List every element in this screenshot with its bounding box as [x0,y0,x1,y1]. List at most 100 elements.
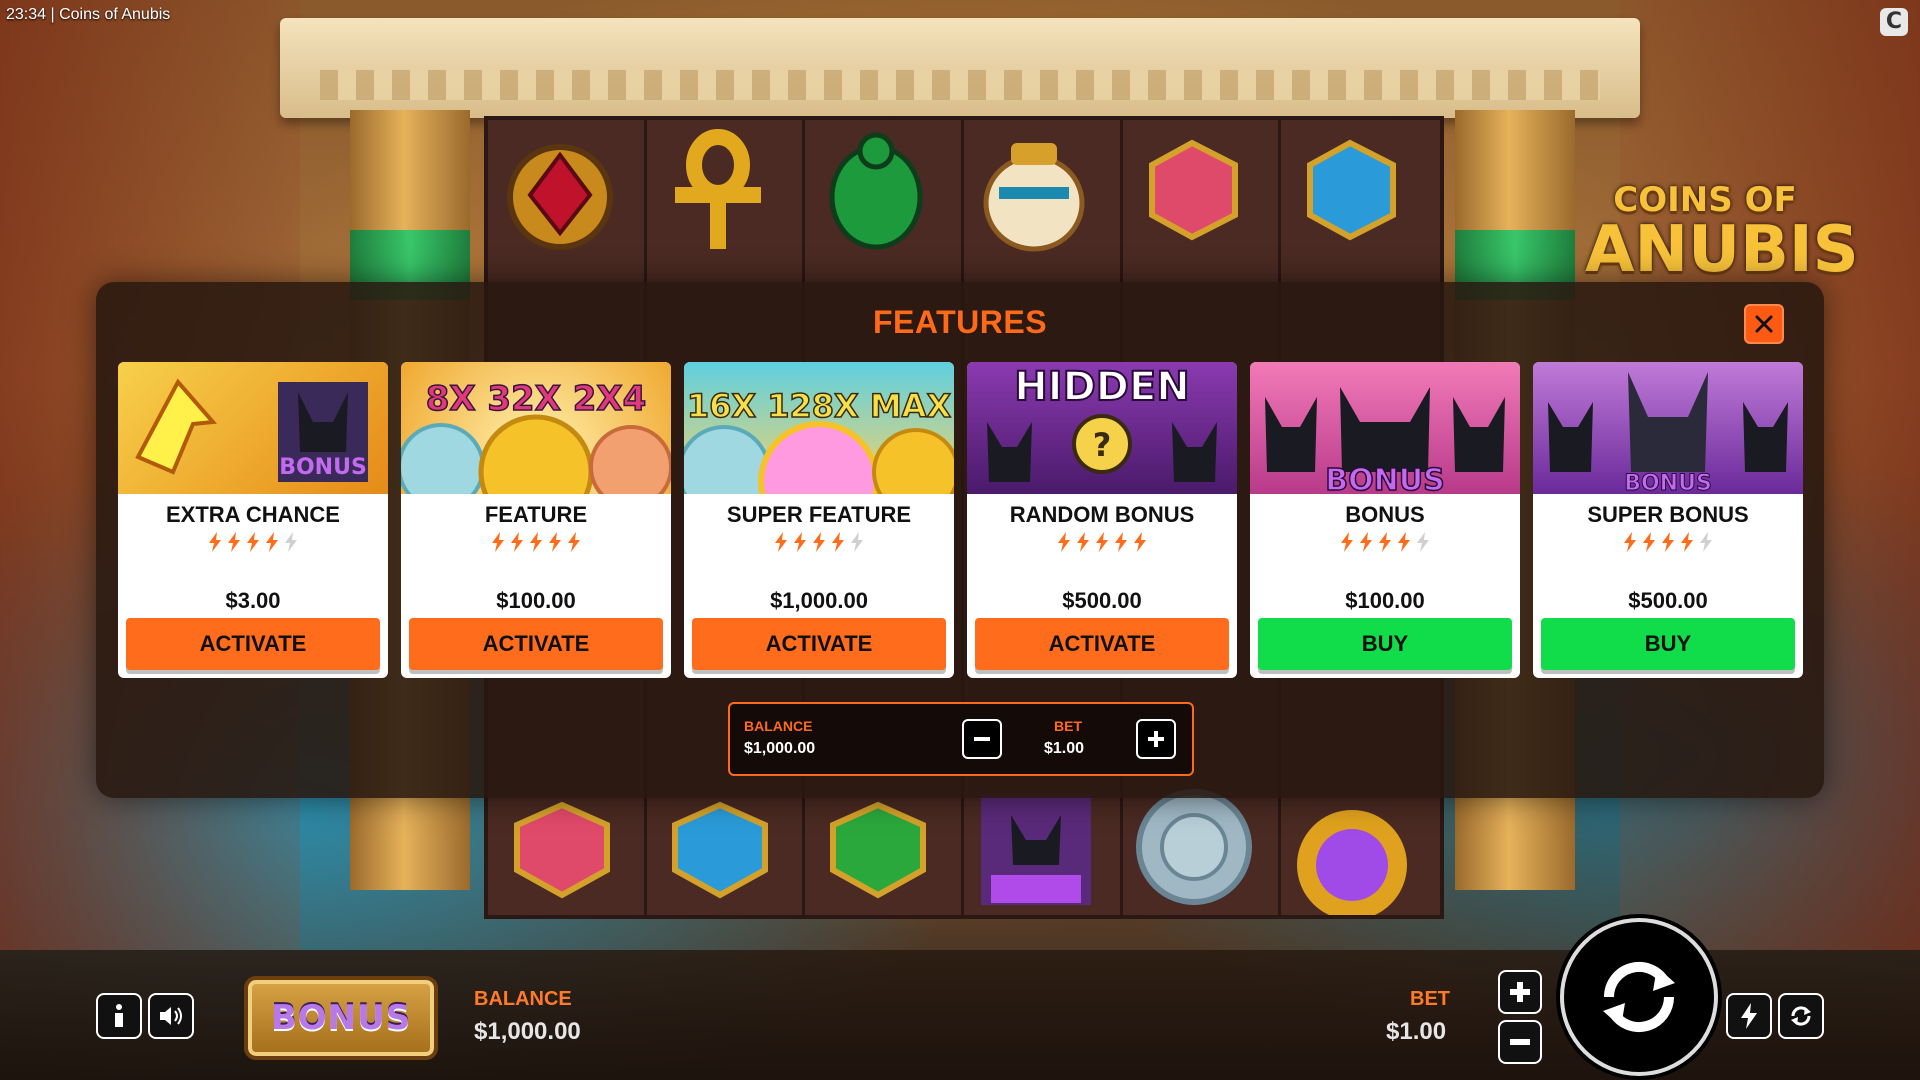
status-title: 23:34 | Coins of Anubis [6,6,171,23]
feature-card-bonus: BONUS BONUS $100.00 BUY [1250,362,1520,678]
minus-icon [974,737,990,741]
lightning-icon [794,532,806,552]
lightning-icon [1058,532,1070,552]
close-icon [1755,315,1773,333]
spin-icon [1603,961,1675,1033]
feature-cards: BONUS EXTRA CHANCE $3.00 ACTIVATE 8X 32X… [118,362,1804,682]
card-image-text: 16X 128X MAX [687,387,952,425]
lightning-icon [775,532,787,552]
card-image-text: BONUS [279,455,367,480]
card-rating [684,532,954,552]
card-price: $100.00 [496,588,576,613]
lightning-icon [1341,532,1353,552]
info-icon [115,1004,123,1027]
card-image: BONUS [1533,362,1803,494]
card-rating [118,532,388,552]
bet-value: $1.00 [1386,1018,1447,1045]
lightning-icon [530,532,542,552]
card-image: BONUS [118,362,388,494]
activate-button[interactable]: ACTIVATE [975,618,1229,670]
red-gem-symbol [1122,120,1262,260]
card-title: SUPER BONUS [1587,502,1749,527]
game-logo: COINS OF ANUBIS [1585,180,1859,287]
ruby-amulet-symbol [490,120,630,260]
lightning-icon [1115,532,1127,552]
lightning-icon [1643,532,1655,552]
card-image-text: BONUS [1624,471,1712,494]
activate-button[interactable]: ACTIVATE [409,618,663,670]
bet-decrease-button[interactable] [1498,1020,1542,1064]
anubis-bonus-symbol [966,780,1106,920]
card-title: RANDOM BONUS [1009,502,1195,527]
lightning-icon [1398,532,1410,552]
spin-button[interactable] [1560,918,1718,1076]
bonus-button[interactable]: BONUS [244,976,438,1060]
card-image: 16X 128X MAX [684,362,954,494]
bet-increase-button[interactable] [1498,970,1542,1014]
wallet-balance-label: BALANCE [744,718,813,734]
feature-card-super-feature: 16X 128X MAX SUPER FEATURE $1,000.00 ACT… [684,362,954,678]
turbo-button[interactable] [1726,993,1772,1039]
lightning-icon [247,532,259,552]
lightning-icon [1624,532,1636,552]
lightning-icon [851,532,863,552]
plus-icon [1148,731,1164,747]
activate-button[interactable]: ACTIVATE [126,618,380,670]
lightning-icon [813,532,825,552]
wallet-balance-value: $1,000.00 [744,740,816,757]
lightning-icon [285,532,297,552]
card-rating [401,532,671,552]
bet-decrease-button[interactable] [962,719,1002,759]
turbo-icon [1741,1003,1757,1029]
info-button[interactable] [96,993,142,1039]
urn-symbol [964,120,1104,260]
card-image: ? HIDDEN [967,362,1237,494]
card-title: BONUS [1345,502,1425,527]
card-price: $1,000.00 [770,588,868,613]
card-title: FEATURE [484,502,588,527]
bet-increase-button[interactable] [1136,719,1176,759]
card-title: EXTRA CHANCE [166,502,340,527]
sound-icon [160,1007,182,1025]
lightning-icon [568,532,580,552]
card-image: 8X 32X 2X4 [401,362,671,494]
buy-button[interactable]: BUY [1258,618,1512,670]
minus-icon [1510,1039,1530,1045]
lightning-icon [1417,532,1429,552]
balance-label: BALANCE [474,988,572,1010]
lightning-icon [1681,532,1693,552]
close-button[interactable] [1744,304,1784,344]
feature-card-feature: 8X 32X 2X4 FEATURE $100.00 ACTIVATE [401,362,671,678]
card-price: $100.00 [1345,588,1425,613]
feature-card-random-bonus: ? HIDDEN RANDOM BONUS $500.00 ACTIVATE [967,362,1237,678]
autoplay-button[interactable] [1778,993,1824,1039]
scarab-symbol [806,120,946,260]
lightning-icon [209,532,221,552]
card-image-text: HIDDEN [1014,364,1190,410]
buy-button[interactable]: BUY [1541,618,1795,670]
ankh-symbol [648,120,788,260]
blue-gem-symbol [1280,120,1420,260]
modal-title: FEATURES [872,304,1048,340]
max-coin-symbol [1282,780,1422,920]
sound-button[interactable] [148,993,194,1039]
svg-text:?: ? [1093,426,1112,464]
temple-lintel [280,18,1640,118]
logo-line-2: ANUBIS [1585,213,1859,287]
wallet-bet-value: $1.00 [1044,740,1085,757]
card-rating [967,532,1237,552]
wallet-bet-label: BET [1054,718,1082,734]
feature-card-extra-chance: BONUS EXTRA CHANCE $3.00 ACTIVATE [118,362,388,678]
card-image: BONUS [1250,362,1520,494]
card-price: $3.00 [225,588,281,613]
lightning-icon [1134,532,1146,552]
activate-button[interactable]: ACTIVATE [692,618,946,670]
plus-icon [1510,982,1530,1002]
temple-frieze [320,70,1600,100]
card-image-text: 8X 32X 2X4 [426,379,647,419]
silver-coin-symbol [1124,780,1264,920]
card-rating [1250,532,1520,552]
bet-label: BET [1410,988,1450,1010]
green-gem-symbol [808,780,948,920]
card-image-text: BONUS [1325,463,1444,494]
